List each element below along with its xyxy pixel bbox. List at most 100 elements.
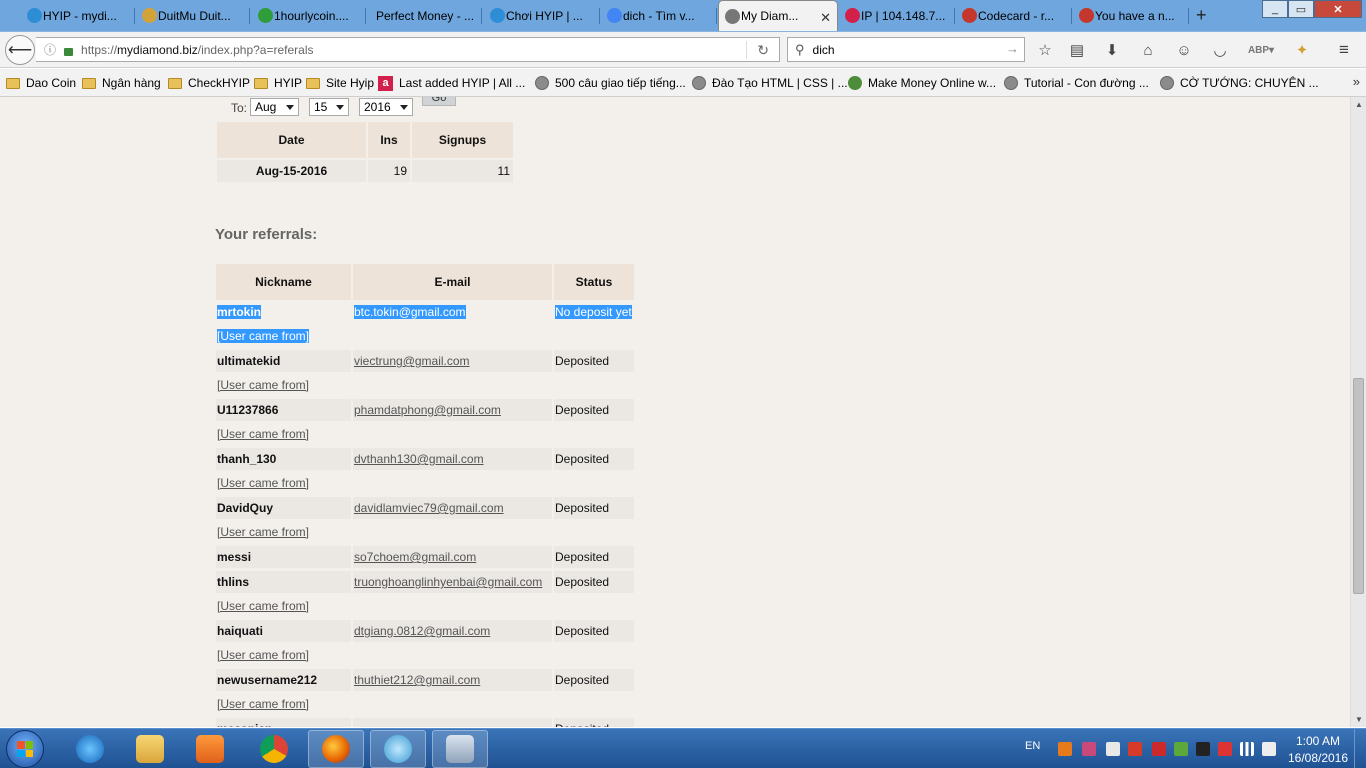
tray-app-icon[interactable]: [1058, 742, 1072, 756]
reading-list-icon[interactable]: ▤: [1068, 41, 1086, 59]
referral-email[interactable]: davidlamviec79@gmail.com: [353, 497, 552, 519]
user-came-from-link[interactable]: [User came from]: [216, 423, 309, 445]
scrollbar-thumb[interactable]: [1353, 378, 1364, 594]
home-icon[interactable]: ⌂: [1139, 41, 1157, 59]
address-bar[interactable]: ⓘ https://mydiamond.biz/index.php?a=refe…: [36, 37, 780, 62]
language-indicator[interactable]: EN: [1025, 740, 1040, 752]
tab-3[interactable]: 1hourlycoin....: [252, 0, 366, 32]
download-icon[interactable]: ⬇: [1103, 41, 1121, 59]
reload-icon[interactable]: ↻: [757, 42, 769, 59]
chat-icon[interactable]: ☺: [1175, 41, 1193, 59]
star-icon[interactable]: ☆: [1036, 41, 1054, 59]
maximize-button[interactable]: ▭: [1288, 0, 1314, 18]
extension-icon[interactable]: ✦: [1293, 41, 1311, 59]
pocket-icon[interactable]: ◡: [1211, 41, 1229, 59]
globe-icon: [535, 76, 549, 90]
user-came-from-link[interactable]: [User came from]: [216, 374, 309, 396]
referral-email[interactable]: dvthanh130@gmail.com: [353, 448, 552, 470]
taskbar-ie[interactable]: [62, 730, 118, 768]
tray-monitor-icon[interactable]: [1196, 742, 1210, 756]
close-tab-icon[interactable]: ✕: [820, 10, 831, 26]
taskbar-explorer[interactable]: [122, 730, 178, 768]
referral-email[interactable]: phamdatphong@gmail.com: [353, 399, 552, 421]
tab-7[interactable]: My Diam... ✕: [718, 0, 838, 31]
volume-icon[interactable]: [1262, 742, 1276, 756]
clock-date[interactable]: 16/08/2016: [1278, 751, 1358, 765]
referral-email[interactable]: dtgiang.0812@gmail.com: [353, 620, 552, 642]
tray-flag-icon[interactable]: [1218, 742, 1232, 756]
bookmark-item[interactable]: Site Hyip: [306, 75, 374, 91]
bookmark-item[interactable]: Đào Tạo HTML | CSS | ...: [692, 75, 848, 91]
user-came-from-link[interactable]: [User came from]: [216, 325, 310, 347]
close-window-button[interactable]: ✕: [1314, 0, 1362, 18]
show-desktop-button[interactable]: [1354, 729, 1366, 768]
tab-4[interactable]: Perfect Money - ...: [368, 0, 482, 32]
tab-label: IP | 104.148.7...: [861, 9, 946, 23]
tray-nvidia-icon[interactable]: [1174, 742, 1188, 756]
user-came-from-link[interactable]: [User came from]: [216, 472, 309, 494]
bookmark-item[interactable]: CỜ TƯỚNG: CHUYÊN ...: [1160, 75, 1319, 91]
search-go-icon[interactable]: →: [1006, 41, 1019, 56]
bookmark-item[interactable]: 500 câu giao tiếp tiếng...: [535, 75, 686, 91]
tab-2[interactable]: DuitMu Duit...: [136, 0, 250, 32]
signal-icon[interactable]: [1240, 742, 1254, 756]
referral-email[interactable]: btc.tokin@gmail.com: [353, 301, 552, 323]
tab-5[interactable]: Chơi HYIP | ...: [484, 0, 600, 32]
start-button[interactable]: [6, 730, 44, 768]
taskbar-media[interactable]: [182, 730, 238, 768]
bookmark-label: CỜ TƯỚNG: CHUYÊN ...: [1180, 76, 1319, 90]
user-came-from-link[interactable]: [User came from]: [216, 521, 309, 543]
tab-10[interactable]: You have a n...: [1073, 0, 1189, 32]
taskbar-app[interactable]: [370, 730, 426, 768]
bookmark-item[interactable]: CheckHYIP: [168, 75, 250, 91]
adblock-icon[interactable]: ABP▾: [1248, 41, 1274, 59]
tab-label: My Diam...: [741, 9, 799, 23]
vertical-scrollbar[interactable]: ▲ ▼: [1350, 97, 1366, 727]
search-input[interactable]: ⚲ dich →: [787, 37, 1025, 62]
tray-v-icon[interactable]: [1128, 742, 1142, 756]
referral-email[interactable]: so7choem@gmail.com: [353, 546, 552, 568]
taskbar-calculator[interactable]: [432, 730, 488, 768]
bookmark-item[interactable]: Ngân hàng: [82, 75, 161, 91]
bookmark-item[interactable]: Make Money Online w...: [848, 75, 996, 91]
referral-email[interactable]: truonghoanglinhyenbai@gmail.com: [353, 571, 552, 593]
new-tab-button[interactable]: +: [1196, 5, 1207, 26]
month-select[interactable]: Aug: [250, 98, 299, 116]
taskbar-firefox[interactable]: [308, 730, 364, 768]
day-select[interactable]: 15: [309, 98, 349, 116]
site-info-icon[interactable]: ⓘ: [44, 41, 56, 58]
bookmark-item[interactable]: a Last added HYIP | All ...: [378, 75, 525, 91]
tab-1[interactable]: HYIP - mydi...: [21, 0, 135, 32]
tab-6[interactable]: dich - Tìm v...: [601, 0, 717, 32]
year-select[interactable]: 2016: [359, 98, 413, 116]
referral-email[interactable]: thuthiet212@gmail.com: [353, 669, 552, 691]
referral-nickname: thlins: [216, 571, 351, 593]
tray-chat-icon[interactable]: [1106, 742, 1120, 756]
tray-music-icon[interactable]: [1082, 742, 1096, 756]
referral-email[interactable]: ...: [353, 718, 552, 727]
tab-8[interactable]: IP | 104.148.7...: [839, 0, 955, 32]
referral-nickname: ultimatekid: [216, 350, 351, 372]
menu-icon[interactable]: ≡: [1335, 40, 1353, 59]
user-came-from-link[interactable]: [User came from]: [216, 644, 309, 666]
go-button[interactable]: Go: [422, 97, 456, 106]
referral-email[interactable]: viectrung@gmail.com: [353, 350, 552, 372]
scroll-down-icon[interactable]: ▼: [1355, 715, 1363, 724]
back-button[interactable]: ⟵: [5, 35, 35, 65]
bookmark-item[interactable]: Tutorial - Con đường ...: [1004, 75, 1149, 91]
bookmark-item[interactable]: HYIP: [254, 75, 302, 91]
globe-icon: [1004, 76, 1018, 90]
referrals-header-status: Status: [554, 264, 634, 300]
minimize-button[interactable]: _: [1262, 0, 1288, 18]
bookmarks-overflow-icon[interactable]: »: [1353, 74, 1360, 89]
bookmark-item[interactable]: Dao Coin: [6, 75, 76, 91]
user-came-from-link[interactable]: [User came from]: [216, 595, 309, 617]
search-query[interactable]: dich: [813, 43, 835, 57]
tab-9[interactable]: Codecard - r...: [956, 0, 1072, 32]
user-came-from-link[interactable]: [User came from]: [216, 693, 309, 715]
referral-status: No deposit yet: [554, 301, 634, 323]
tray-shield-icon[interactable]: [1152, 742, 1166, 756]
taskbar-chrome[interactable]: [246, 730, 302, 768]
clock-time[interactable]: 1:00 AM: [1288, 734, 1348, 748]
scroll-up-icon[interactable]: ▲: [1355, 100, 1363, 109]
